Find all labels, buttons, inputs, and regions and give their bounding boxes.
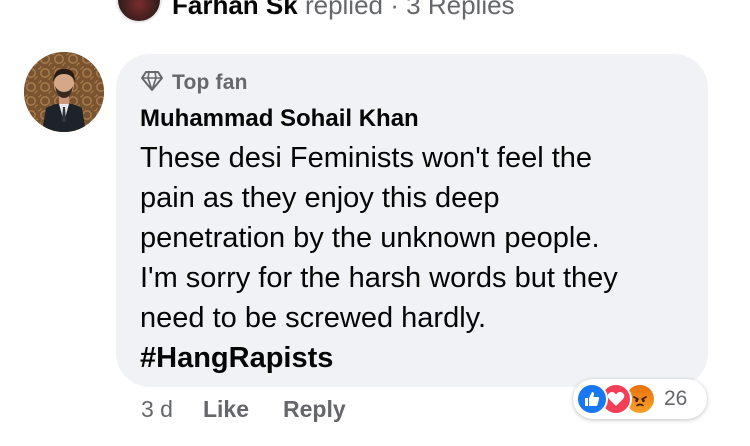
replies-count: 3 Replies — [406, 0, 515, 20]
comment-bubble: Top fan Muhammad Sohail Khan These desi … — [116, 54, 708, 387]
replier-avatar — [116, 0, 162, 23]
reply-button[interactable]: Reply — [283, 396, 346, 423]
comment-actions: 3 d Like Reply — [141, 392, 380, 426]
replies-summary[interactable]: Farhan Sk replied · 3 Replies — [116, 0, 515, 23]
diamond-icon — [140, 70, 164, 97]
reaction-count: 26 — [664, 387, 688, 410]
top-fan-badge[interactable]: Top fan — [140, 68, 686, 98]
comment-body: These desi Feminists won't feel the pain… — [140, 142, 618, 334]
comment-author[interactable]: Muhammad Sohail Khan — [140, 104, 686, 134]
hashtag-link[interactable]: #HangRapists — [140, 338, 686, 378]
like-icon — [576, 383, 608, 415]
like-button[interactable]: Like — [203, 396, 249, 423]
badge-label: Top fan — [172, 71, 248, 94]
replies-summary-text: Farhan Sk replied · 3 Replies — [172, 0, 515, 21]
comment-timestamp[interactable]: 3 d — [141, 396, 173, 423]
replied-label: replied — [304, 0, 384, 20]
avatar[interactable] — [24, 52, 104, 132]
replier-name: Farhan Sk — [172, 0, 298, 20]
separator-dot: · — [390, 0, 399, 20]
reactions-summary[interactable]: 26 — [573, 379, 707, 419]
comment-thread: Farhan Sk replied · 3 Replies Top fan Mu… — [0, 0, 750, 446]
avatar-photo — [24, 52, 104, 132]
